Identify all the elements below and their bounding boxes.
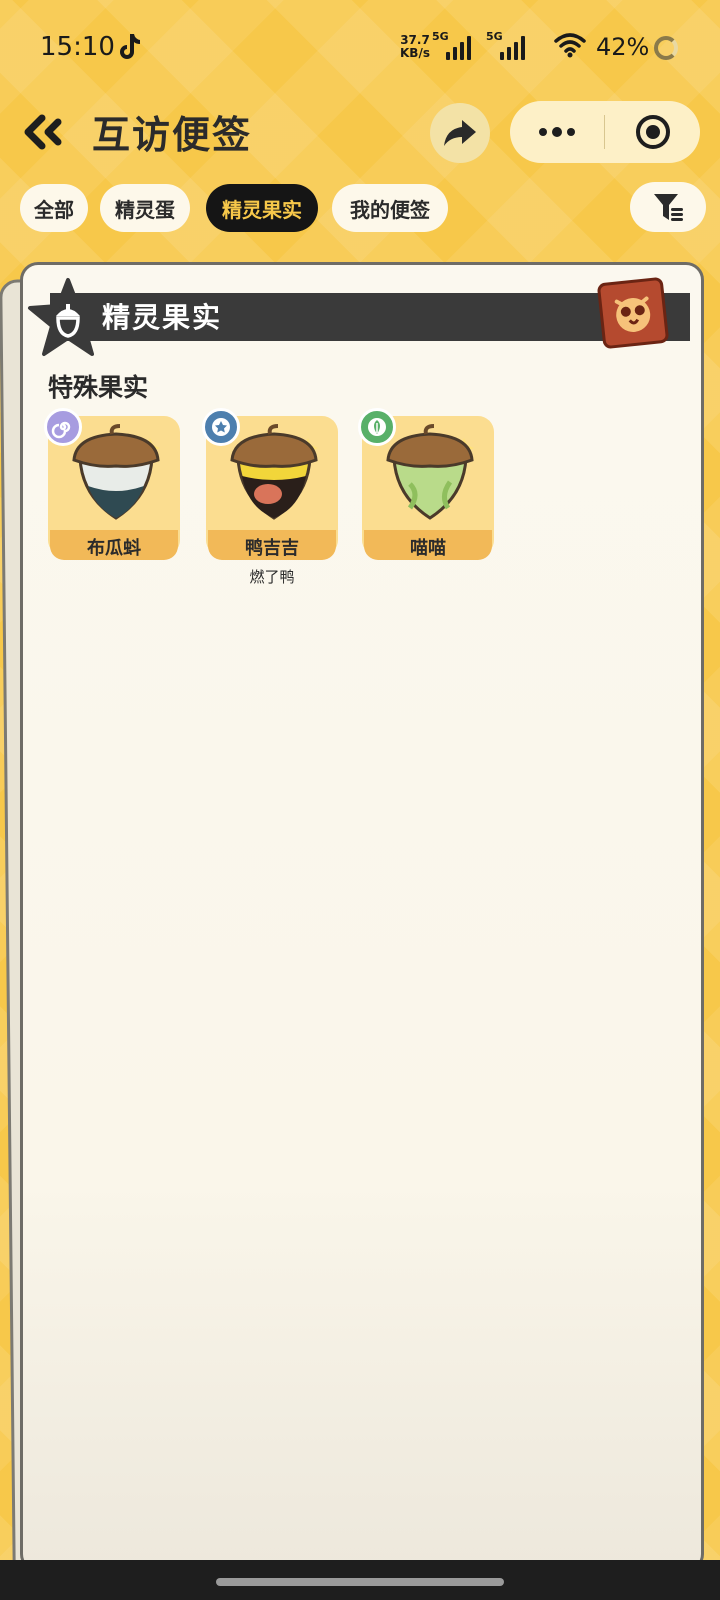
sub-heading: 特殊果实 [48, 373, 149, 402]
fruit-name: 鸭吉吉 [245, 538, 299, 559]
filter-button[interactable] [630, 182, 706, 232]
leaf-type-icon [358, 408, 396, 446]
fruit-name: 布瓜蚪 [87, 538, 141, 559]
close-target-icon [636, 115, 670, 149]
filter-funnel-icon [654, 194, 683, 221]
page-title: 互访便签 [92, 113, 253, 157]
stamp-owl-icon [614, 296, 651, 332]
acorn-fruit-icon [72, 424, 160, 520]
signal-bars-icon [446, 36, 474, 60]
back-double-chevron-icon[interactable] [22, 112, 68, 152]
fruit-note: 燃了鸭 [249, 568, 295, 586]
fruit-name: 喵喵 [410, 538, 446, 559]
more-dots-icon [539, 127, 575, 137]
signal-bars-icon [500, 36, 528, 60]
signal-2: 5G [486, 30, 530, 60]
tiktok-icon [120, 34, 140, 59]
fruit-card[interactable]: 鸭吉吉 燃了鸭 [202, 408, 338, 586]
fruit-card[interactable]: 布瓜蚪 [44, 408, 180, 564]
share-arrow-icon [444, 120, 476, 146]
battery-percent: 42% [596, 33, 650, 61]
signal-1: 5G [432, 30, 476, 60]
more-button[interactable] [510, 101, 604, 163]
tab-my-notes[interactable]: 我的便签 [332, 184, 448, 232]
tab-all[interactable]: 全部 [20, 184, 88, 232]
close-button[interactable] [606, 101, 700, 163]
share-button[interactable] [430, 103, 490, 163]
net-speed-unit: KB/s [400, 46, 430, 60]
acorn-fruit-icon [386, 424, 474, 520]
mini-program-capsule [510, 101, 700, 163]
net-speed: 37.7 KB/s [400, 34, 430, 60]
tab-spirit-egg[interactable]: 精灵蛋 [100, 184, 190, 232]
acorn-fruit-icon [230, 424, 318, 520]
acorn-star-icon [28, 278, 108, 356]
fruit-card[interactable]: 喵喵 [358, 408, 494, 564]
wifi-icon [554, 33, 586, 58]
status-time: 15:10 [40, 32, 115, 62]
capsule-divider [604, 115, 605, 149]
status-bar: 15:10 37.7 KB/s 5G 5G 42% [0, 0, 720, 96]
tab-spirit-fruit[interactable]: 精灵果实 [206, 184, 318, 232]
spiral-type-icon [44, 408, 82, 446]
home-indicator[interactable] [216, 1578, 504, 1586]
stamp-badge [596, 276, 670, 350]
battery-ring-icon [654, 36, 678, 60]
section-title: 精灵果实 [102, 301, 223, 334]
star-type-icon [202, 408, 240, 446]
